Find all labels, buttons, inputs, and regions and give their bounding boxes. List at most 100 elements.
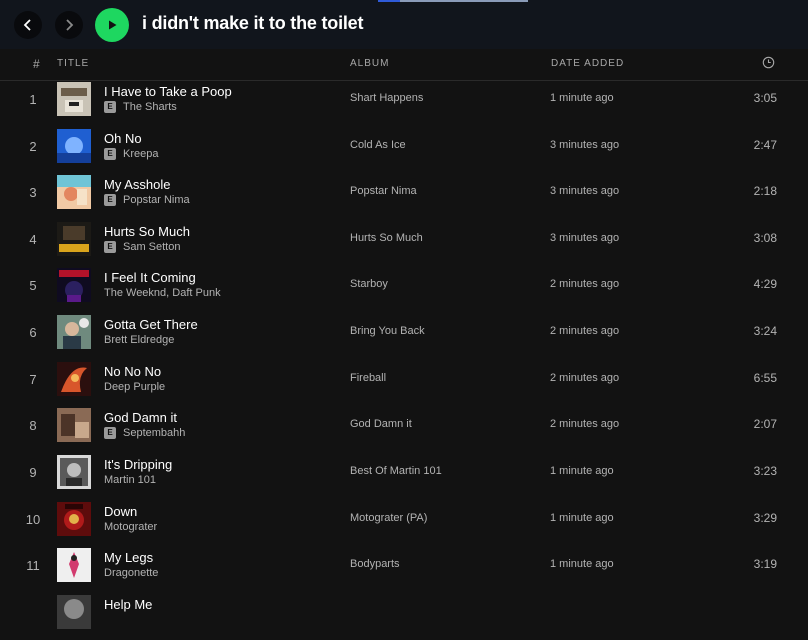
album-cover[interactable] — [57, 595, 91, 629]
track-duration: 2:18 — [753, 184, 777, 198]
track-title[interactable]: Down — [104, 504, 137, 519]
column-title[interactable]: TITLE — [57, 58, 89, 69]
track-number: 7 — [29, 372, 37, 387]
track-artist[interactable]: The Weeknd, Daft Punk — [104, 287, 221, 299]
track-duration: 2:07 — [753, 417, 777, 431]
album-cover[interactable] — [57, 455, 91, 489]
track-album[interactable]: Bring You Back — [350, 325, 425, 337]
column-number[interactable]: # — [33, 57, 40, 71]
column-date-added[interactable]: DATE ADDED — [551, 58, 624, 69]
track-date-added: 1 minute ago — [550, 512, 614, 524]
album-cover[interactable] — [57, 222, 91, 256]
album-cover[interactable] — [57, 129, 91, 163]
track-row[interactable]: 8 God Damn it E Septembahh God Damn it 2… — [0, 407, 808, 453]
track-artist[interactable]: Popstar Nima — [123, 194, 190, 206]
play-icon — [109, 20, 117, 30]
window-accent-line — [378, 0, 528, 2]
track-artist[interactable]: Dragonette — [104, 567, 158, 579]
track-artist-line: E Sam Setton — [104, 241, 180, 253]
track-title[interactable]: My Asshole — [104, 177, 170, 192]
track-album[interactable]: Best Of Martin 101 — [350, 465, 442, 477]
track-album[interactable]: Motograter (PA) — [350, 512, 427, 524]
track-row[interactable]: 10 Down Motograter Motograter (PA) 1 min… — [0, 501, 808, 547]
track-album[interactable]: Hurts So Much — [350, 232, 423, 244]
track-row[interactable]: 3 My Asshole E Popstar Nima Popstar Nima… — [0, 174, 808, 220]
track-date-added: 2 minutes ago — [550, 418, 620, 430]
track-title[interactable]: It's Dripping — [104, 457, 172, 472]
track-row[interactable]: 7 No No No Deep Purple Fireball 2 minute… — [0, 361, 808, 407]
column-album[interactable]: ALBUM — [350, 58, 389, 69]
track-row[interactable]: 5 I Feel It Coming The Weeknd, Daft Punk… — [0, 267, 808, 313]
track-artist[interactable]: The Sharts — [123, 101, 177, 113]
track-artist[interactable]: Septembahh — [123, 427, 185, 439]
track-artist[interactable]: Sam Setton — [123, 241, 180, 253]
track-duration: 4:29 — [753, 277, 777, 291]
track-title[interactable]: I Have to Take a Poop — [104, 84, 232, 99]
track-artist-line: E Septembahh — [104, 427, 185, 439]
track-row[interactable]: 2 Oh No E Kreepa Cold As Ice 3 minutes a… — [0, 128, 808, 174]
track-album[interactable]: Popstar Nima — [350, 185, 417, 197]
track-duration: 6:55 — [753, 371, 777, 385]
track-date-added: 3 minutes ago — [550, 232, 620, 244]
track-artist[interactable]: Martin 101 — [104, 474, 156, 486]
track-title[interactable]: Gotta Get There — [104, 317, 198, 332]
track-artist-line: Deep Purple — [104, 381, 165, 393]
track-artist-line: E Kreepa — [104, 148, 158, 160]
window-accent-highlight — [378, 0, 400, 2]
track-artist[interactable]: Kreepa — [123, 148, 158, 160]
track-artist-line: E Popstar Nima — [104, 194, 190, 206]
forward-button[interactable] — [55, 11, 83, 39]
album-cover[interactable] — [57, 548, 91, 582]
track-row[interactable]: 9 It's Dripping Martin 101 Best Of Marti… — [0, 454, 808, 500]
track-album[interactable]: Bodyparts — [350, 558, 400, 570]
track-date-added: 2 minutes ago — [550, 372, 620, 384]
track-title[interactable]: I Feel It Coming — [104, 270, 196, 285]
track-list-header: # TITLE ALBUM DATE ADDED — [0, 49, 808, 81]
explicit-badge: E — [104, 427, 116, 439]
track-artist-line: E The Sharts — [104, 101, 177, 113]
track-number: 2 — [29, 139, 37, 154]
track-title[interactable]: Oh No — [104, 131, 142, 146]
album-cover[interactable] — [57, 82, 91, 116]
play-button[interactable] — [95, 8, 129, 42]
album-cover[interactable] — [57, 315, 91, 349]
album-cover[interactable] — [57, 268, 91, 302]
track-artist[interactable]: Deep Purple — [104, 381, 165, 393]
track-duration: 3:19 — [753, 557, 777, 571]
album-cover[interactable] — [57, 502, 91, 536]
track-album[interactable]: Fireball — [350, 372, 386, 384]
track-album[interactable]: Shart Happens — [350, 92, 423, 104]
track-album[interactable]: Starboy — [350, 278, 388, 290]
track-artist[interactable]: Brett Eldredge — [104, 334, 174, 346]
track-row[interactable]: Help Me — [0, 594, 808, 640]
track-row[interactable]: 11 My Legs Dragonette Bodyparts 1 minute… — [0, 547, 808, 593]
album-cover[interactable] — [57, 175, 91, 209]
column-duration[interactable] — [762, 56, 775, 72]
track-title[interactable]: Hurts So Much — [104, 224, 190, 239]
track-number: 3 — [29, 185, 37, 200]
track-duration: 3:24 — [753, 324, 777, 338]
track-artist[interactable]: Motograter — [104, 521, 157, 533]
track-artist-line: Dragonette — [104, 567, 158, 579]
track-row[interactable]: 4 Hurts So Much E Sam Setton Hurts So Mu… — [0, 221, 808, 267]
track-title[interactable]: My Legs — [104, 550, 153, 565]
track-title[interactable]: God Damn it — [104, 410, 177, 425]
track-duration: 3:23 — [753, 464, 777, 478]
track-row[interactable]: 1 I Have to Take a Poop E The Sharts Sha… — [0, 81, 808, 127]
track-title[interactable]: No No No — [104, 364, 161, 379]
track-title[interactable]: Help Me — [104, 597, 152, 612]
back-button[interactable] — [14, 11, 42, 39]
track-album[interactable]: Cold As Ice — [350, 139, 406, 151]
track-number: 9 — [29, 465, 37, 480]
chevron-right-icon — [66, 19, 74, 31]
track-artist-line: Motograter — [104, 521, 157, 533]
album-cover[interactable] — [57, 408, 91, 442]
track-number: 6 — [29, 325, 37, 340]
track-album[interactable]: God Damn it — [350, 418, 412, 430]
track-duration: 3:29 — [753, 511, 777, 525]
track-duration: 3:08 — [753, 231, 777, 245]
album-cover[interactable] — [57, 362, 91, 396]
track-row[interactable]: 6 Gotta Get There Brett Eldredge Bring Y… — [0, 314, 808, 360]
chevron-left-icon — [23, 19, 31, 31]
track-date-added: 3 minutes ago — [550, 139, 620, 151]
